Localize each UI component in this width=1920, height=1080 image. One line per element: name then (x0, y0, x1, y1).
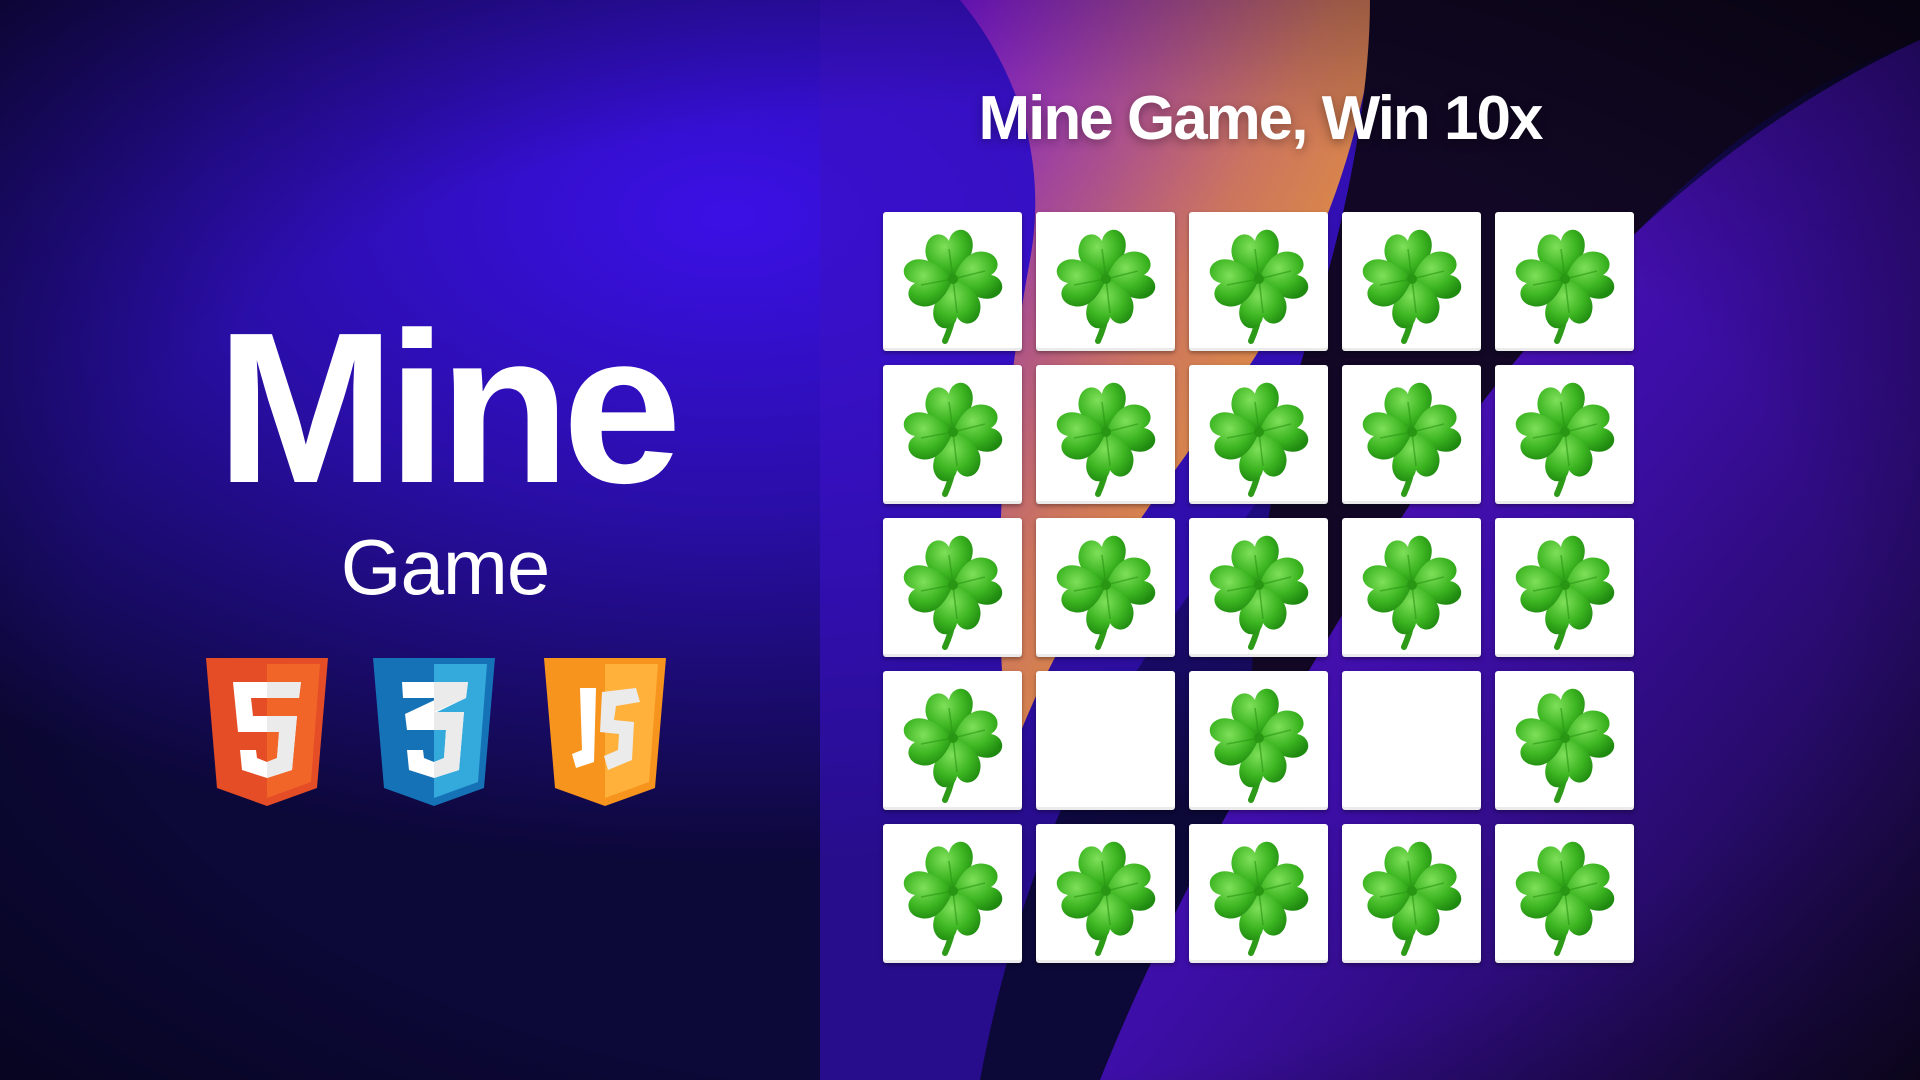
four-leaf-clover-icon (903, 841, 1002, 956)
four-leaf-clover-icon (903, 382, 1002, 497)
four-leaf-clover-icon (1515, 229, 1614, 344)
game-title: Mine Game, Win 10x (978, 84, 1544, 153)
mine-grid (883, 212, 1638, 967)
four-leaf-clover-icon (1209, 382, 1308, 497)
html5-icon: 5 (200, 658, 328, 806)
tile-r2-c1[interactable] (883, 365, 1022, 504)
four-leaf-clover-icon (903, 688, 1002, 803)
tile-r4-c2[interactable] (1036, 671, 1175, 810)
four-leaf-clover-icon (1515, 382, 1614, 497)
tile-r2-c4[interactable] (1342, 365, 1481, 504)
four-leaf-clover-icon (1209, 535, 1308, 650)
tile-r4-c1[interactable] (883, 671, 1022, 810)
four-leaf-clover-icon (1515, 841, 1614, 956)
hero-subtitle: Game (340, 523, 550, 611)
tile-r1-c4[interactable] (1342, 212, 1481, 351)
four-leaf-clover-icon (1056, 841, 1155, 956)
tile-r1-c5[interactable] (1495, 212, 1634, 351)
four-leaf-clover-icon (903, 229, 1002, 344)
tile-r2-c3[interactable] (1189, 365, 1328, 504)
css3-glyph: 3 (367, 658, 368, 659)
tile-r3-c3[interactable] (1189, 518, 1328, 657)
tile-r5-c5[interactable] (1495, 824, 1634, 963)
four-leaf-clover-icon (1362, 382, 1461, 497)
tile-r1-c3[interactable] (1189, 212, 1328, 351)
tile-r4-c4[interactable] (1342, 671, 1481, 810)
tile-r3-c2[interactable] (1036, 518, 1175, 657)
tile-r3-c5[interactable] (1495, 518, 1634, 657)
tile-r4-c5[interactable] (1495, 671, 1634, 810)
javascript-icon: JS (538, 658, 666, 806)
tile-r3-c1[interactable] (883, 518, 1022, 657)
tech-badges: 5 3 JS (200, 658, 680, 818)
four-leaf-clover-icon (1362, 229, 1461, 344)
tile-r5-c4[interactable] (1342, 824, 1481, 963)
four-leaf-clover-icon (1515, 535, 1614, 650)
four-leaf-clover-icon (1362, 841, 1461, 956)
four-leaf-clover-icon (1056, 535, 1155, 650)
four-leaf-clover-icon (1056, 229, 1155, 344)
html5-glyph: 5 (200, 658, 201, 659)
four-leaf-clover-icon (903, 535, 1002, 650)
tile-r1-c2[interactable] (1036, 212, 1175, 351)
tile-r1-c1[interactable] (883, 212, 1022, 351)
js-glyph: JS (538, 658, 540, 659)
tile-r2-c2[interactable] (1036, 365, 1175, 504)
four-leaf-clover-icon (1362, 535, 1461, 650)
tile-r5-c1[interactable] (883, 824, 1022, 963)
tile-r3-c4[interactable] (1342, 518, 1481, 657)
four-leaf-clover-icon (1209, 229, 1308, 344)
four-leaf-clover-icon (1515, 688, 1614, 803)
tile-r4-c3[interactable] (1189, 671, 1328, 810)
css3-icon: 3 (367, 658, 495, 806)
hero-title: Mine (216, 287, 682, 528)
four-leaf-clover-icon (1209, 688, 1308, 803)
tile-r5-c2[interactable] (1036, 824, 1175, 963)
tile-r5-c3[interactable] (1189, 824, 1328, 963)
four-leaf-clover-icon (1209, 841, 1308, 956)
four-leaf-clover-icon (1056, 382, 1155, 497)
tile-r2-c5[interactable] (1495, 365, 1634, 504)
